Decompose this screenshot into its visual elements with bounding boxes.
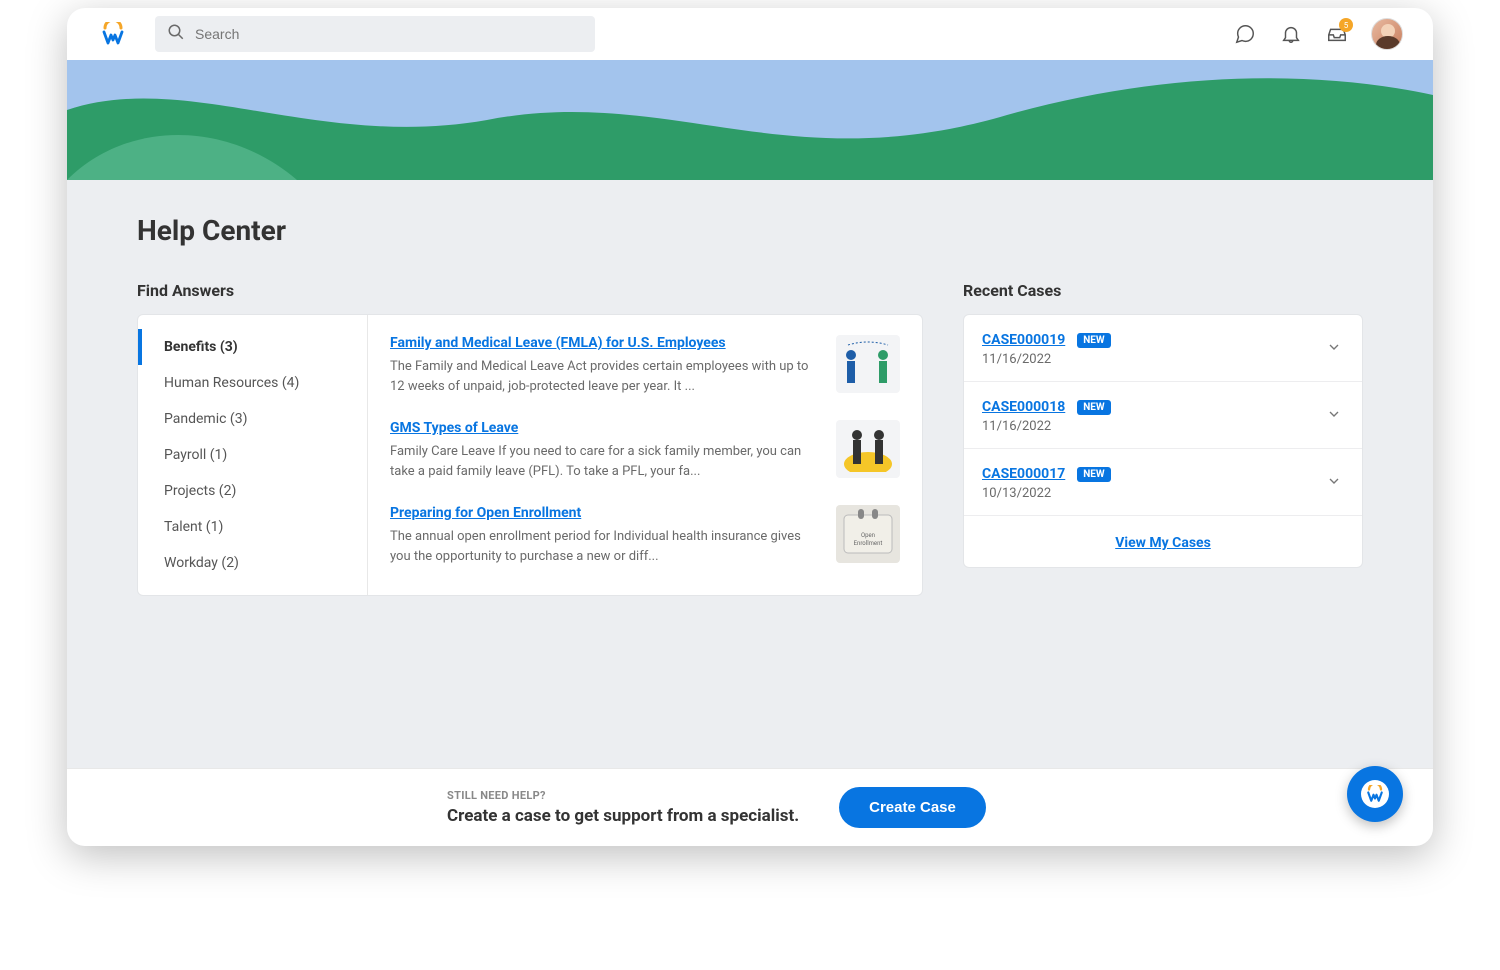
new-badge: NEW [1077, 333, 1110, 348]
case-date: 10/13/2022 [982, 486, 1314, 501]
workday-logo[interactable] [101, 22, 125, 46]
category-workday[interactable]: Workday (2) [138, 545, 367, 581]
article-thumb [836, 335, 900, 393]
case-row[interactable]: CASE000018 NEW 11/16/2022 [964, 382, 1362, 449]
case-date: 11/16/2022 [982, 352, 1314, 367]
case-link[interactable]: CASE000019 [982, 332, 1065, 348]
article-thumb: OpenEnrollment [836, 505, 900, 563]
article-desc: The Family and Medical Leave Act provide… [390, 357, 816, 396]
article-link[interactable]: Preparing for Open Enrollment [390, 505, 816, 521]
workday-icon [1361, 780, 1389, 808]
topbar-actions: 5 [1233, 18, 1403, 50]
new-badge: NEW [1077, 467, 1110, 482]
svg-text:Enrollment: Enrollment [854, 540, 883, 547]
category-list: Benefits (3) Human Resources (4) Pandemi… [138, 315, 368, 595]
chevron-down-icon[interactable] [1326, 473, 1344, 491]
category-human-resources[interactable]: Human Resources (4) [138, 365, 367, 401]
article-thumb [836, 420, 900, 478]
hero-banner [67, 60, 1433, 180]
category-payroll[interactable]: Payroll (1) [138, 437, 367, 473]
view-my-cases-link[interactable]: View My Cases [1115, 535, 1211, 551]
case-row[interactable]: CASE000019 NEW 11/16/2022 [964, 315, 1362, 382]
article-desc: Family Care Leave If you need to care fo… [390, 442, 816, 481]
chevron-down-icon[interactable] [1326, 406, 1344, 424]
article-item: GMS Types of Leave Family Care Leave If … [390, 420, 900, 481]
topbar: 5 [67, 8, 1433, 60]
category-projects[interactable]: Projects (2) [138, 473, 367, 509]
case-link[interactable]: CASE000018 [982, 399, 1065, 415]
inbox-badge: 5 [1339, 18, 1353, 32]
search-icon [167, 23, 185, 45]
category-benefits[interactable]: Benefits (3) [138, 329, 367, 365]
chat-icon[interactable] [1233, 22, 1257, 46]
page-title: Help Center [137, 214, 1363, 247]
article-list: Family and Medical Leave (FMLA) for U.S.… [368, 315, 922, 595]
bottom-kicker: STILL NEED HELP? [447, 789, 799, 802]
article-item: Preparing for Open Enrollment The annual… [390, 505, 900, 566]
case-row[interactable]: CASE000017 NEW 10/13/2022 [964, 449, 1362, 516]
case-link[interactable]: CASE000017 [982, 466, 1065, 482]
bottom-title: Create a case to get support from a spec… [447, 806, 799, 826]
article-link[interactable]: Family and Medical Leave (FMLA) for U.S.… [390, 335, 816, 351]
search-box[interactable] [155, 16, 595, 52]
category-talent[interactable]: Talent (1) [138, 509, 367, 545]
article-item: Family and Medical Leave (FMLA) for U.S.… [390, 335, 900, 396]
find-answers-heading: Find Answers [137, 281, 923, 300]
help-fab[interactable] [1347, 766, 1403, 822]
cases-card: CASE000019 NEW 11/16/2022 CASE000018 NEW… [963, 314, 1363, 568]
inbox-icon[interactable]: 5 [1325, 22, 1349, 46]
recent-cases-heading: Recent Cases [963, 281, 1363, 300]
search-input[interactable] [195, 26, 583, 42]
case-date: 11/16/2022 [982, 419, 1314, 434]
bottom-bar: STILL NEED HELP? Create a case to get su… [67, 768, 1433, 846]
category-pandemic[interactable]: Pandemic (3) [138, 401, 367, 437]
new-badge: NEW [1077, 400, 1110, 415]
svg-text:Open: Open [861, 532, 875, 539]
answers-card: Benefits (3) Human Resources (4) Pandemi… [137, 314, 923, 596]
create-case-button[interactable]: Create Case [839, 787, 986, 828]
article-desc: The annual open enrollment period for In… [390, 527, 816, 566]
notifications-icon[interactable] [1279, 22, 1303, 46]
article-link[interactable]: GMS Types of Leave [390, 420, 816, 436]
chevron-down-icon[interactable] [1326, 339, 1344, 357]
avatar[interactable] [1371, 18, 1403, 50]
